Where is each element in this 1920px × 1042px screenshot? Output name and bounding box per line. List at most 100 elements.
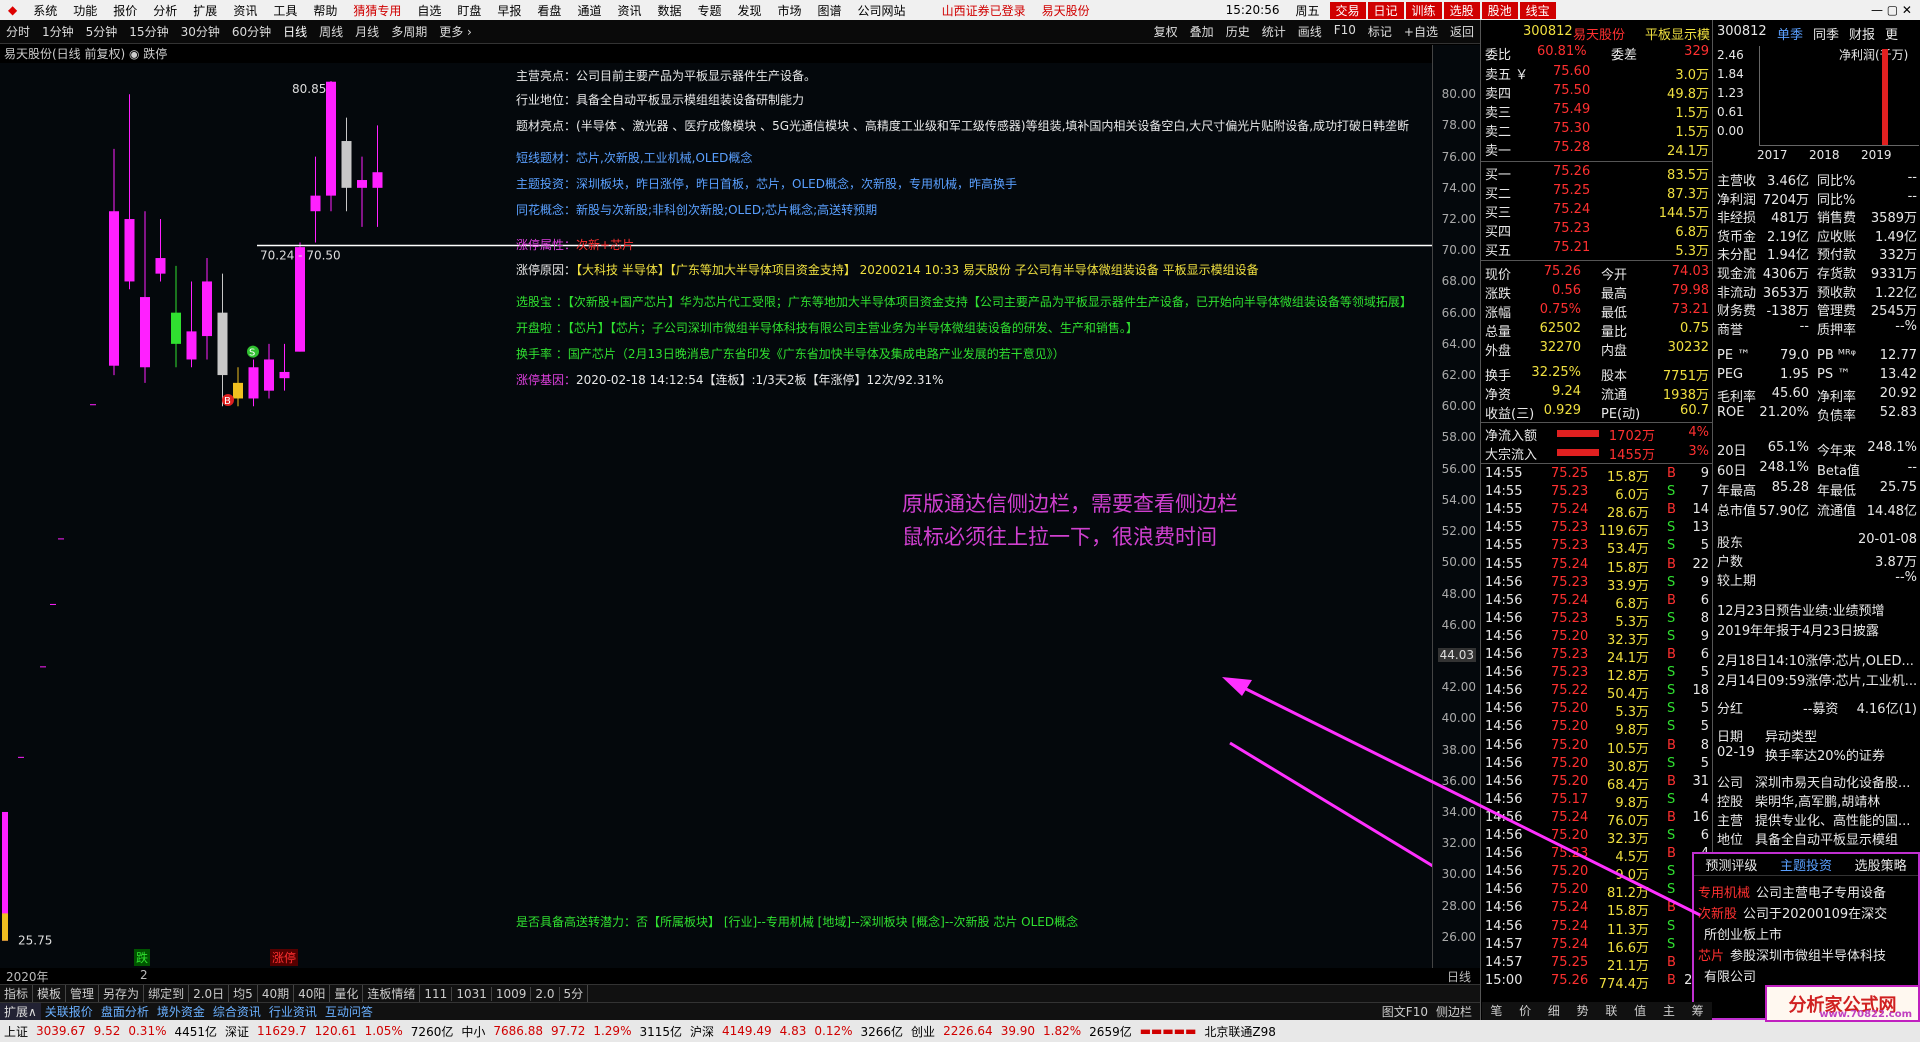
ext-tab-2[interactable]: 盘面分析 xyxy=(97,1003,153,1020)
tool-btn-8[interactable]: 返回 xyxy=(1444,23,1480,40)
index-name[interactable]: 上证 xyxy=(0,1023,32,1040)
tool-btn-3[interactable]: 统计 xyxy=(1256,23,1292,40)
period-tab-5[interactable]: 60分钟 xyxy=(226,23,277,40)
menu-1[interactable]: 功能 xyxy=(65,2,105,19)
menu2-7[interactable]: 专题 xyxy=(689,2,729,19)
index-name[interactable]: 深证 xyxy=(221,1023,253,1040)
menu-3[interactable]: 分析 xyxy=(145,2,185,19)
index-name[interactable]: 中小 xyxy=(457,1023,489,1040)
limitup-event[interactable]: 2月18日14:10涨停:芯片,OLED... xyxy=(1717,650,1914,669)
popup-tab-0[interactable]: 预测评级 xyxy=(1705,855,1757,874)
top-btn-2[interactable]: 训练 xyxy=(1405,1,1442,19)
indicator-tab-8[interactable]: 40阳 xyxy=(294,985,331,1002)
menu-6[interactable]: 工具 xyxy=(265,2,305,19)
period-tab-1[interactable]: 1分钟 xyxy=(36,23,80,40)
detail-tab-5[interactable]: 值 xyxy=(1634,1002,1646,1020)
menu2-9[interactable]: 市场 xyxy=(770,2,810,19)
period-tab-3[interactable]: 15分钟 xyxy=(123,23,174,40)
right-tab-1[interactable]: 同季 xyxy=(1813,24,1839,43)
report-news[interactable]: 12月23日预告业绩:业绩预增 xyxy=(1717,600,1884,619)
limitup-event[interactable]: 2月14日09:59涨停:芯片,工业机... xyxy=(1717,670,1917,689)
popup-tag[interactable]: 专用机械 xyxy=(1698,886,1750,901)
indicator-tab-1[interactable]: 模板 xyxy=(33,985,67,1002)
menu-4[interactable]: 扩展 xyxy=(185,2,225,19)
popup-tag[interactable]: 芯片 xyxy=(1698,949,1724,964)
right-tab-2[interactable]: 财报 xyxy=(1849,24,1875,43)
period-tab-2[interactable]: 5分钟 xyxy=(80,23,124,40)
menu2-2[interactable]: 早报 xyxy=(489,2,529,19)
popup-tab-2[interactable]: 选股策略 xyxy=(1855,855,1907,874)
right-tab-3[interactable]: 更 xyxy=(1885,24,1898,43)
index-name[interactable]: 沪深 xyxy=(686,1023,718,1040)
ext-tab-1[interactable]: 关联报价 xyxy=(41,1003,97,1020)
menu2-3[interactable]: 看盘 xyxy=(529,2,569,19)
menu2-10[interactable]: 图谱 xyxy=(810,2,850,19)
top-btn-5[interactable]: 线宝 xyxy=(1519,1,1556,19)
tool-btn-1[interactable]: 叠加 xyxy=(1184,23,1220,40)
menu2-4[interactable]: 通道 xyxy=(569,2,609,19)
period-tab-7[interactable]: 周线 xyxy=(313,23,349,40)
menu-2[interactable]: 报价 xyxy=(105,2,145,19)
right-tab-0[interactable]: 单季 xyxy=(1777,24,1803,43)
tool-btn-2[interactable]: 历史 xyxy=(1220,23,1256,40)
menu-7[interactable]: 帮助 xyxy=(305,2,345,19)
period-tab-4[interactable]: 30分钟 xyxy=(175,23,226,40)
indicator-tab-15[interactable]: 5分 xyxy=(560,985,589,1002)
detail-tab-3[interactable]: 势 xyxy=(1577,1002,1589,1020)
index-name[interactable]: 创业 xyxy=(907,1023,939,1040)
indicator-tab-2[interactable]: 管理 xyxy=(66,985,100,1002)
indicator-tab-7[interactable]: 40期 xyxy=(258,985,295,1002)
indicator-tab-12[interactable]: 1031 xyxy=(452,986,492,1001)
indicator-tab-3[interactable]: 另存为 xyxy=(99,985,145,1002)
indicator-tab-0[interactable]: 指标 xyxy=(0,985,34,1002)
menu2-0[interactable]: 自选 xyxy=(409,2,449,19)
menu2-11[interactable]: 公司网站 xyxy=(850,2,914,19)
menu2-1[interactable]: 盯盘 xyxy=(449,2,489,19)
period-tab-0[interactable]: 分时 xyxy=(0,23,36,40)
tool-btn-4[interactable]: 画线 xyxy=(1292,23,1328,40)
indicator-tab-5[interactable]: 2.0日 xyxy=(189,985,230,1002)
period-tab-6[interactable]: 日线 xyxy=(277,23,313,40)
menu2-5[interactable]: 资讯 xyxy=(609,2,649,19)
menu2-8[interactable]: 发现 xyxy=(730,2,770,19)
indicator-tab-9[interactable]: 量化 xyxy=(330,985,364,1002)
tool-btn-5[interactable]: F10 xyxy=(1328,23,1362,40)
ext-tab-5[interactable]: 行业资讯 xyxy=(265,1003,321,1020)
menu-5[interactable]: 资讯 xyxy=(225,2,265,19)
ext-tab-3[interactable]: 境外资金 xyxy=(153,1003,209,1020)
menu-special[interactable]: 猜猜专用 xyxy=(345,2,409,19)
menu2-6[interactable]: 数据 xyxy=(649,2,689,19)
popup-tag[interactable]: 次新股 xyxy=(1698,907,1737,922)
period-tab-8[interactable]: 月线 xyxy=(349,23,385,40)
detail-tab-6[interactable]: 主 xyxy=(1663,1002,1675,1020)
indicator-tab-14[interactable]: 2.0 xyxy=(531,986,560,1001)
indicator-tab-11[interactable]: 111 xyxy=(420,986,453,1001)
indicator-tab-10[interactable]: 连板情绪 xyxy=(363,985,421,1002)
tool-btn-0[interactable]: 复权 xyxy=(1148,23,1184,40)
top-btn-4[interactable]: 股池 xyxy=(1481,1,1518,19)
indicator-tab-4[interactable]: 绑定到 xyxy=(144,985,190,1002)
top-btn-1[interactable]: 日记 xyxy=(1367,1,1404,19)
indicator-tab-6[interactable]: 均5 xyxy=(229,985,258,1002)
top-btn-3[interactable]: 选股 xyxy=(1443,1,1480,19)
popup-tab-1[interactable]: 主题投资 xyxy=(1780,855,1832,874)
period-tab-10[interactable]: 更多 › xyxy=(433,23,478,40)
ext-tab-4[interactable]: 综合资讯 xyxy=(209,1003,265,1020)
menu-0[interactable]: 系统 xyxy=(25,2,65,19)
ext-tab-0[interactable]: 扩展∧ xyxy=(0,1003,41,1020)
report-news[interactable]: 2019年年报于4月23日披露 xyxy=(1717,620,1879,639)
panel-toggle-1[interactable]: 侧边栏 xyxy=(1432,1005,1476,1019)
indicator-tab-13[interactable]: 1009 xyxy=(492,986,532,1001)
period-tab-9[interactable]: 多周期 xyxy=(385,23,433,40)
detail-tab-0[interactable]: 笔 xyxy=(1490,1002,1502,1020)
ext-tab-6[interactable]: 互动问答 xyxy=(321,1003,377,1020)
tool-btn-7[interactable]: +自选 xyxy=(1398,23,1444,40)
detail-tab-1[interactable]: 价 xyxy=(1519,1002,1531,1020)
panel-toggle-0[interactable]: 图文F10 xyxy=(1378,1005,1432,1019)
detail-tab-7[interactable]: 筹 xyxy=(1692,1002,1704,1020)
top-btn-0[interactable]: 交易 xyxy=(1329,1,1366,19)
detail-tab-2[interactable]: 细 xyxy=(1548,1002,1560,1020)
tool-btn-6[interactable]: 标记 xyxy=(1362,23,1398,40)
detail-tab-4[interactable]: 联 xyxy=(1605,1002,1617,1020)
window-controls-icon[interactable]: — ▢ ✕ xyxy=(1863,3,1920,17)
